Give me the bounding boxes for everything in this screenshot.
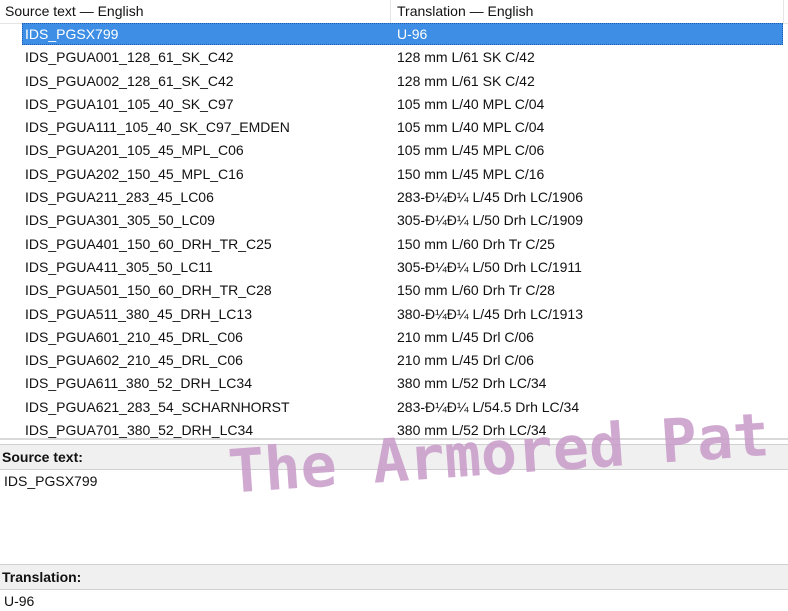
source-cell: IDS_PGSX799 [25,26,119,42]
table-row[interactable]: IDS_PGUA301_305_50_LC09 305-Đ¼Đ¼ L/50 Drh… [0,209,788,232]
source-text-label: Source text: [0,444,788,470]
translation-cell: 283-Đ¼Đ¼ L/45 Drh LC/1906 [397,189,583,206]
source-cell: IDS_PGUA202_150_45_MPL_C16 [25,165,244,182]
source-cell: IDS_PGUA201_105_45_MPL_C06 [25,142,244,159]
source-cell: IDS_PGUA621_283_54_SCHARNHORST [25,398,290,415]
translation-cell: 283-Đ¼Đ¼ L/54.5 Drh LC/34 [397,398,580,415]
table-row[interactable]: IDS_PGUA511_380_45_DRH_LC13 380-Đ¼Đ¼ L/45… [0,303,788,326]
translation-cell: 150 mm L/60 Drh Tr C/28 [397,282,555,299]
source-cell: IDS_PGUA701_380_52_DRH_LC34 [25,422,254,439]
table-row[interactable]: IDS_PGUA501_150_60_DRH_TR_C28 150 mm L/60… [0,279,788,302]
source-cell: IDS_PGUA211_283_45_LC06 [25,189,214,206]
string-table: Source text — English Translation — Engl… [0,0,788,440]
source-cell: IDS_PGUA611_380_52_DRH_LC34 [25,375,252,392]
translation-cell: U-96 [397,26,428,42]
source-cell: IDS_PGUA001_128_61_SK_C42 [25,49,234,66]
table-row[interactable]: IDS_PGUA621_283_54_SCHARNHORST 283-Đ¼Đ¼ L… [0,396,788,419]
translation-cell: 305-Đ¼Đ¼ L/50 Drh LC/1909 [397,212,583,229]
source-cell: IDS_PGUA301_305_50_LC09 [25,212,215,229]
table-row[interactable]: IDS_PGUA002_128_61_SK_C42 128 mm L/61 SK … [0,70,788,93]
translation-cell: 210 mm L/45 Drl C/06 [397,352,534,369]
translation-cell: 210 mm L/45 Drl C/06 [397,328,534,345]
translation-cell: 380 mm L/52 Drh LC/34 [397,422,547,439]
translation-editor-window: Source text — English Translation — Engl… [0,0,788,611]
source-cell: IDS_PGUA411_305_50_LC11 [25,258,213,275]
column-header-translation[interactable]: Translation — English [391,0,783,23]
source-text-value[interactable]: IDS_PGSX799 [4,472,97,490]
table-row[interactable]: IDS_PGUA101_105_40_SK_C97 105 mm L/40 MPL… [0,93,788,116]
translation-cell: 105 mm L/40 MPL C/04 [397,119,545,136]
translation-cell: 128 mm L/61 SK C/42 [397,72,535,89]
translation-cell: 105 mm L/45 MPL C/06 [397,142,545,159]
source-cell: IDS_PGUA511_380_45_DRH_LC13 [25,305,252,322]
column-header-source[interactable]: Source text — English [0,0,391,23]
translation-cell: 150 mm L/45 MPL C/16 [397,165,545,182]
table-row[interactable]: IDS_PGUA411_305_50_LC11 305-Đ¼Đ¼ L/50 Drh… [0,256,788,279]
translation-label: Translation: [0,564,788,590]
panel-splitter[interactable] [0,438,788,440]
source-cell: IDS_PGUA111_105_40_SK_C97_EMDEN [25,119,290,136]
translation-cell: 128 mm L/61 SK C/42 [397,49,535,66]
table-rows: IDS_PGSX799 U-96 IDS_PGUA001_128_61_SK_C42… [0,23,788,440]
table-row[interactable]: IDS_PGUA211_283_45_LC06 283-Đ¼Đ¼ L/45 Drh… [0,186,788,209]
table-row[interactable]: IDS_PGUA001_128_61_SK_C42 128 mm L/61 SK … [0,46,788,69]
source-cell: IDS_PGUA601_210_45_DRL_C06 [25,328,243,345]
translation-cell: 150 mm L/60 Drh Tr C/25 [397,235,555,252]
table-row[interactable]: IDS_PGUA202_150_45_MPL_C16 150 mm L/45 MP… [0,163,788,186]
source-cell: IDS_PGUA002_128_61_SK_C42 [25,72,234,89]
translation-cell: 105 mm L/40 MPL C/04 [397,95,545,112]
table-header: Source text — English Translation — Engl… [0,0,788,24]
translation-cell: 380-Đ¼Đ¼ L/45 Drh LC/1913 [397,305,583,322]
table-row[interactable]: IDS_PGUA701_380_52_DRH_LC34 380 mm L/52 D… [0,419,788,440]
table-row[interactable]: IDS_PGUA601_210_45_DRL_C06 210 mm L/45 Dr… [0,326,788,349]
source-cell: IDS_PGUA101_105_40_SK_C97 [25,95,234,112]
table-row[interactable]: IDS_PGUA111_105_40_SK_C97_EMDEN 105 mm L/… [0,116,788,139]
translation-cell: 380 mm L/52 Drh LC/34 [397,375,547,392]
table-row[interactable]: IDS_PGSX799 U-96 [0,23,788,46]
source-cell: IDS_PGUA602_210_45_DRL_C06 [25,352,243,369]
table-row[interactable]: IDS_PGUA401_150_60_DRH_TR_C25 150 mm L/60… [0,233,788,256]
table-row[interactable]: IDS_PGUA201_105_45_MPL_C06 105 mm L/45 MP… [0,139,788,162]
source-cell: IDS_PGUA401_150_60_DRH_TR_C25 [25,235,272,252]
column-header-filler [783,0,788,23]
translation-text-field[interactable]: U-96 [4,592,34,610]
table-row[interactable]: IDS_PGUA611_380_52_DRH_LC34 380 mm L/52 D… [0,372,788,395]
translation-cell: 305-Đ¼Đ¼ L/50 Drh LC/1911 [397,258,582,275]
source-cell: IDS_PGUA501_150_60_DRH_TR_C28 [25,282,272,299]
table-row[interactable]: IDS_PGUA602_210_45_DRL_C06 210 mm L/45 Dr… [0,349,788,372]
